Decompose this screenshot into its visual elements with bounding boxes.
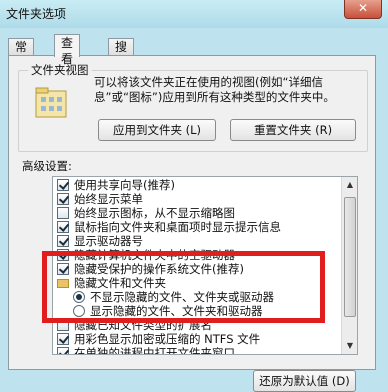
scroll-down-arrow-icon[interactable]: ▼ xyxy=(342,338,357,354)
window-title: 文件夹选项 xyxy=(6,7,67,21)
checkbox[interactable] xyxy=(57,319,69,331)
tab-view[interactable]: 查看 xyxy=(54,34,81,66)
option-separate-process[interactable]: 在单独的进程中打开文件夹窗口 xyxy=(57,346,235,354)
folder-view-icon xyxy=(35,87,67,118)
radio-button[interactable] xyxy=(73,291,85,303)
tab-general[interactable]: 常规 xyxy=(8,38,35,70)
checkbox[interactable] xyxy=(57,221,69,233)
scroll-up-arrow-icon[interactable]: ▲ xyxy=(342,177,357,193)
checkbox[interactable] xyxy=(57,193,69,205)
restore-defaults-button[interactable]: 还原为默认值 (D) xyxy=(253,370,356,392)
close-button[interactable]: ✕ xyxy=(344,0,382,19)
checkbox[interactable] xyxy=(57,249,69,261)
folder-icon xyxy=(57,279,69,288)
checkbox[interactable] xyxy=(57,235,69,247)
checkbox[interactable] xyxy=(57,263,69,275)
advanced-settings-list[interactable]: 使用共享向导(推荐) 始终显示菜单 始终显示图标，从不显示缩略图 鼠标指向文件夹… xyxy=(52,176,358,355)
checkbox[interactable] xyxy=(57,333,69,345)
apply-to-folders-button[interactable]: 应用到文件夹 (L) xyxy=(98,119,216,141)
advanced-settings-label: 高级设置: xyxy=(22,159,72,173)
checkbox[interactable] xyxy=(57,207,69,219)
vertical-scrollbar[interactable]: ▲ ▼ xyxy=(341,177,357,354)
folder-view-description: 可以将该文件夹正在使用的视图(例如“详细信息”或“图标”)应用到所有这种类型的文… xyxy=(94,75,335,104)
radio-button[interactable] xyxy=(73,305,85,317)
reset-folders-button[interactable]: 重置文件夹 (R) xyxy=(230,119,356,141)
checkbox[interactable] xyxy=(57,347,69,354)
folder-view-label: 文件夹视图 xyxy=(28,62,92,78)
title-bar: 文件夹选项 ✕ xyxy=(0,0,388,28)
scrollbar-thumb[interactable] xyxy=(344,197,356,317)
checkbox[interactable] xyxy=(57,179,69,191)
tab-search[interactable]: 搜索 xyxy=(108,38,135,70)
